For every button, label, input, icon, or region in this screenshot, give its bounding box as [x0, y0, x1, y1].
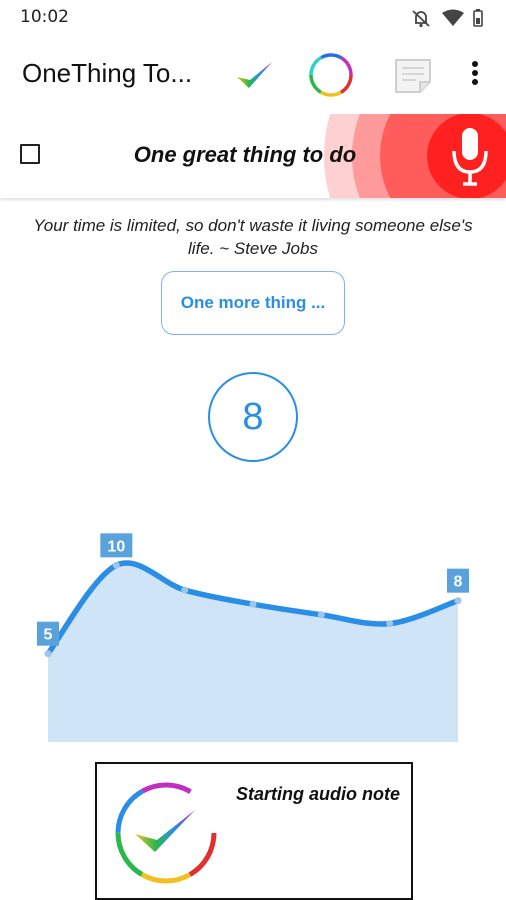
task-row: One great thing to do	[0, 114, 506, 198]
chart-data-label: 5	[37, 621, 59, 646]
app-title: OneThing To...	[22, 58, 193, 88]
overflow-menu-button[interactable]	[452, 50, 498, 100]
battery-icon	[473, 9, 483, 27]
audio-note-title: Starting audio note	[236, 784, 400, 804]
chart-point	[454, 597, 462, 605]
chart-data-label: 8	[447, 568, 469, 593]
app-bar: OneThing To...	[0, 36, 506, 115]
svg-text:5: 5	[44, 627, 53, 644]
svg-text:8: 8	[454, 574, 463, 591]
mic-button[interactable]	[427, 114, 506, 198]
chart-point	[44, 650, 52, 658]
status-time: 10:02	[20, 7, 69, 27]
task-text[interactable]: One great thing to do	[0, 142, 490, 168]
status-icons	[412, 9, 483, 28]
rainbow-circle-icon	[309, 53, 353, 97]
quote: Your time is limited, so don't waste it …	[33, 216, 473, 258]
svg-text:10: 10	[107, 538, 125, 555]
chart-point	[112, 561, 120, 569]
wifi-icon	[442, 9, 464, 26]
check-logo-button[interactable]	[228, 50, 278, 100]
chart-point	[317, 611, 325, 619]
audio-note-card[interactable]: Starting audio note	[95, 762, 413, 900]
more-vert-icon	[472, 61, 478, 85]
note-icon	[395, 59, 431, 93]
app-logo-icon	[115, 782, 217, 884]
chart-point	[386, 620, 394, 628]
status-bar: 10:02	[0, 0, 506, 36]
check-logo-icon	[237, 62, 272, 88]
notes-button[interactable]	[388, 50, 438, 100]
completed-count: 8	[208, 372, 298, 462]
progress-chart: 5 10 8	[37, 533, 469, 742]
color-circle-button[interactable]	[306, 50, 356, 100]
chart-data-label: 10	[100, 533, 133, 558]
chart-area	[48, 563, 458, 742]
one-more-thing-button[interactable]: One more thing ...	[161, 271, 345, 335]
chart-point	[181, 586, 189, 594]
chart-point	[249, 600, 257, 608]
notifications-off-icon	[412, 10, 430, 28]
